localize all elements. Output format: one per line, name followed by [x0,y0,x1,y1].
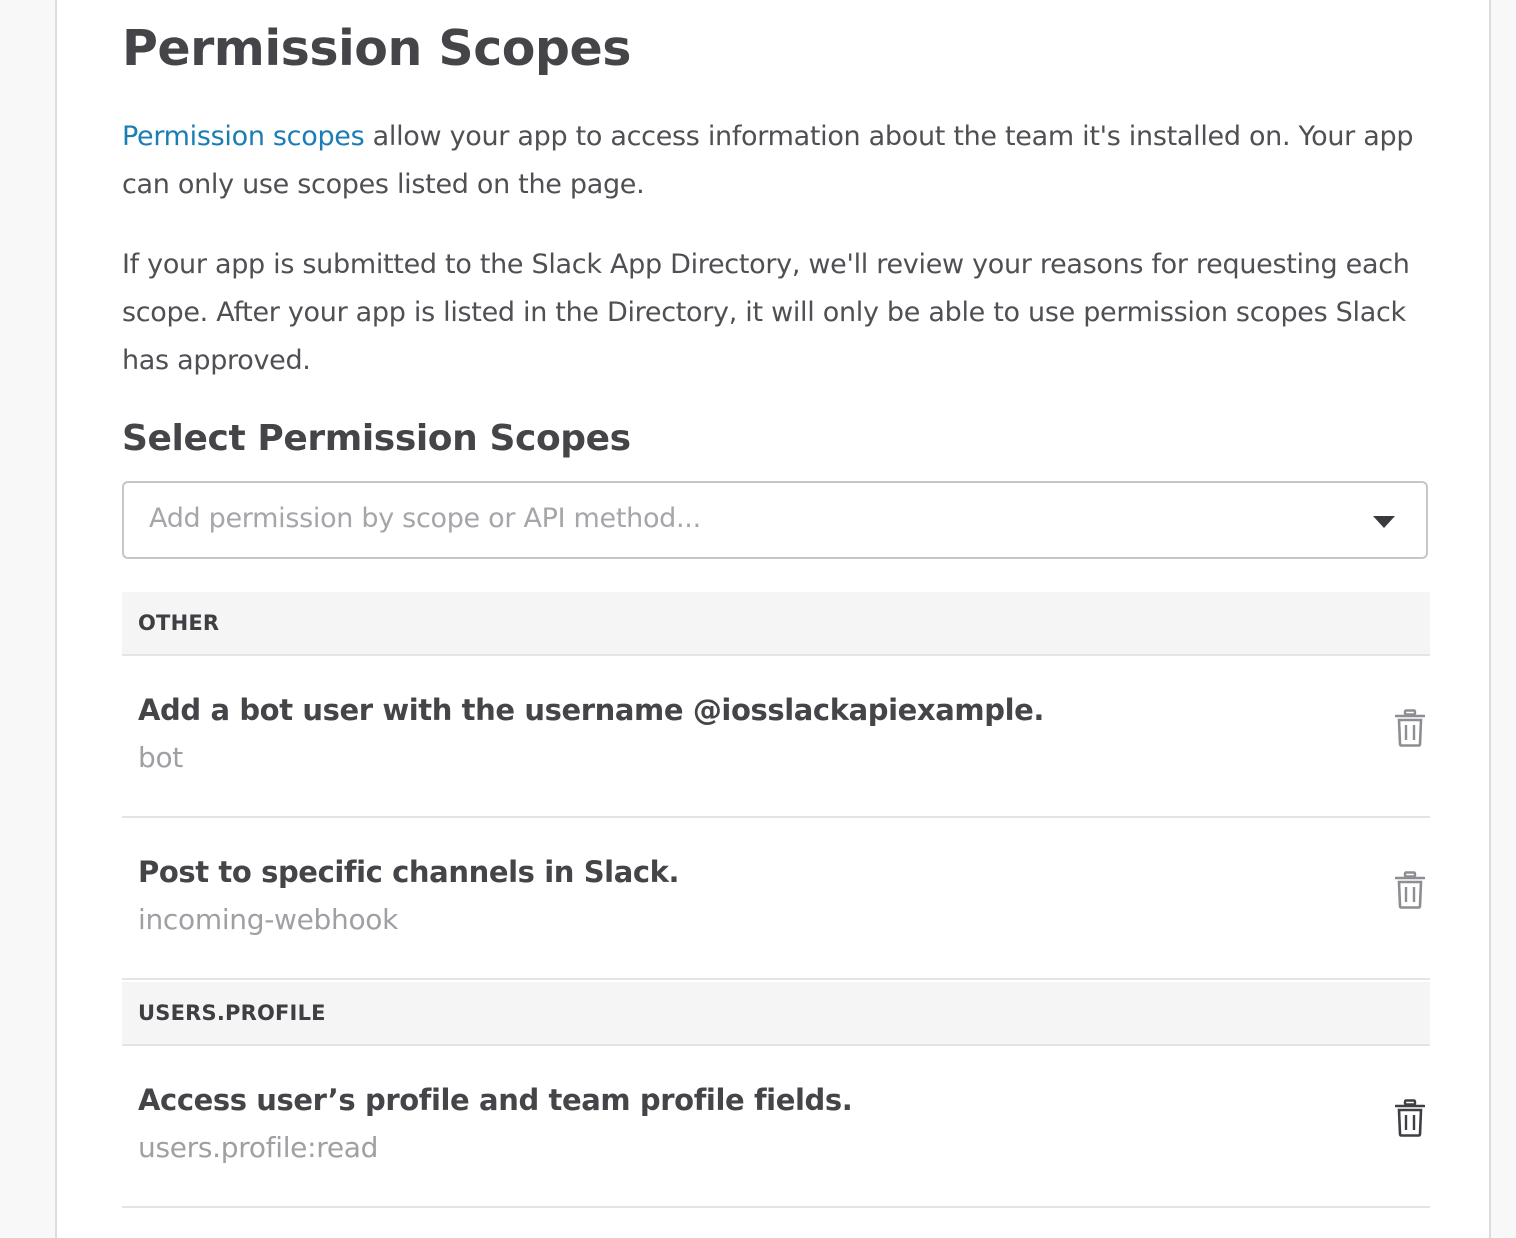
scope-group-header-other: OTHER [122,592,1430,656]
select-scopes-heading: Select Permission Scopes [122,418,631,459]
scope-group-label: OTHER [138,611,220,635]
trash-icon[interactable] [1395,1099,1425,1137]
add-permission-select[interactable]: Add permission by scope or API method... [122,481,1428,559]
scope-name: incoming-webhook [138,903,399,936]
chevron-down-icon[interactable] [1373,516,1395,528]
add-permission-placeholder: Add permission by scope or API method... [149,503,701,534]
scope-row-bot: Add a bot user with the username @iossla… [122,656,1430,818]
main-panel: Permission Scopes Permission scopes allo… [55,0,1491,1238]
trash-icon[interactable] [1395,709,1425,747]
permission-scopes-link[interactable]: Permission scopes [122,121,365,152]
scope-row-users-profile-read: Access user’s profile and team profile f… [122,1046,1430,1208]
scope-group-label: USERS.PROFILE [138,1001,326,1025]
scope-group-header-users-profile: USERS.PROFILE [122,982,1430,1046]
scope-title: Add a bot user with the username @iossla… [138,693,1045,727]
intro-paragraph: Permission scopes allow your app to acce… [122,113,1428,209]
scope-title: Access user’s profile and team profile f… [138,1083,853,1117]
page-title: Permission Scopes [122,20,631,77]
scope-name: users.profile:read [138,1131,379,1164]
scope-title: Post to specific channels in Slack. [138,855,680,889]
review-paragraph: If your app is submitted to the Slack Ap… [122,249,1410,376]
scope-row-incoming-webhook: Post to specific channels in Slack. inco… [122,818,1430,980]
scope-name: bot [138,741,183,774]
trash-icon[interactable] [1395,871,1425,909]
